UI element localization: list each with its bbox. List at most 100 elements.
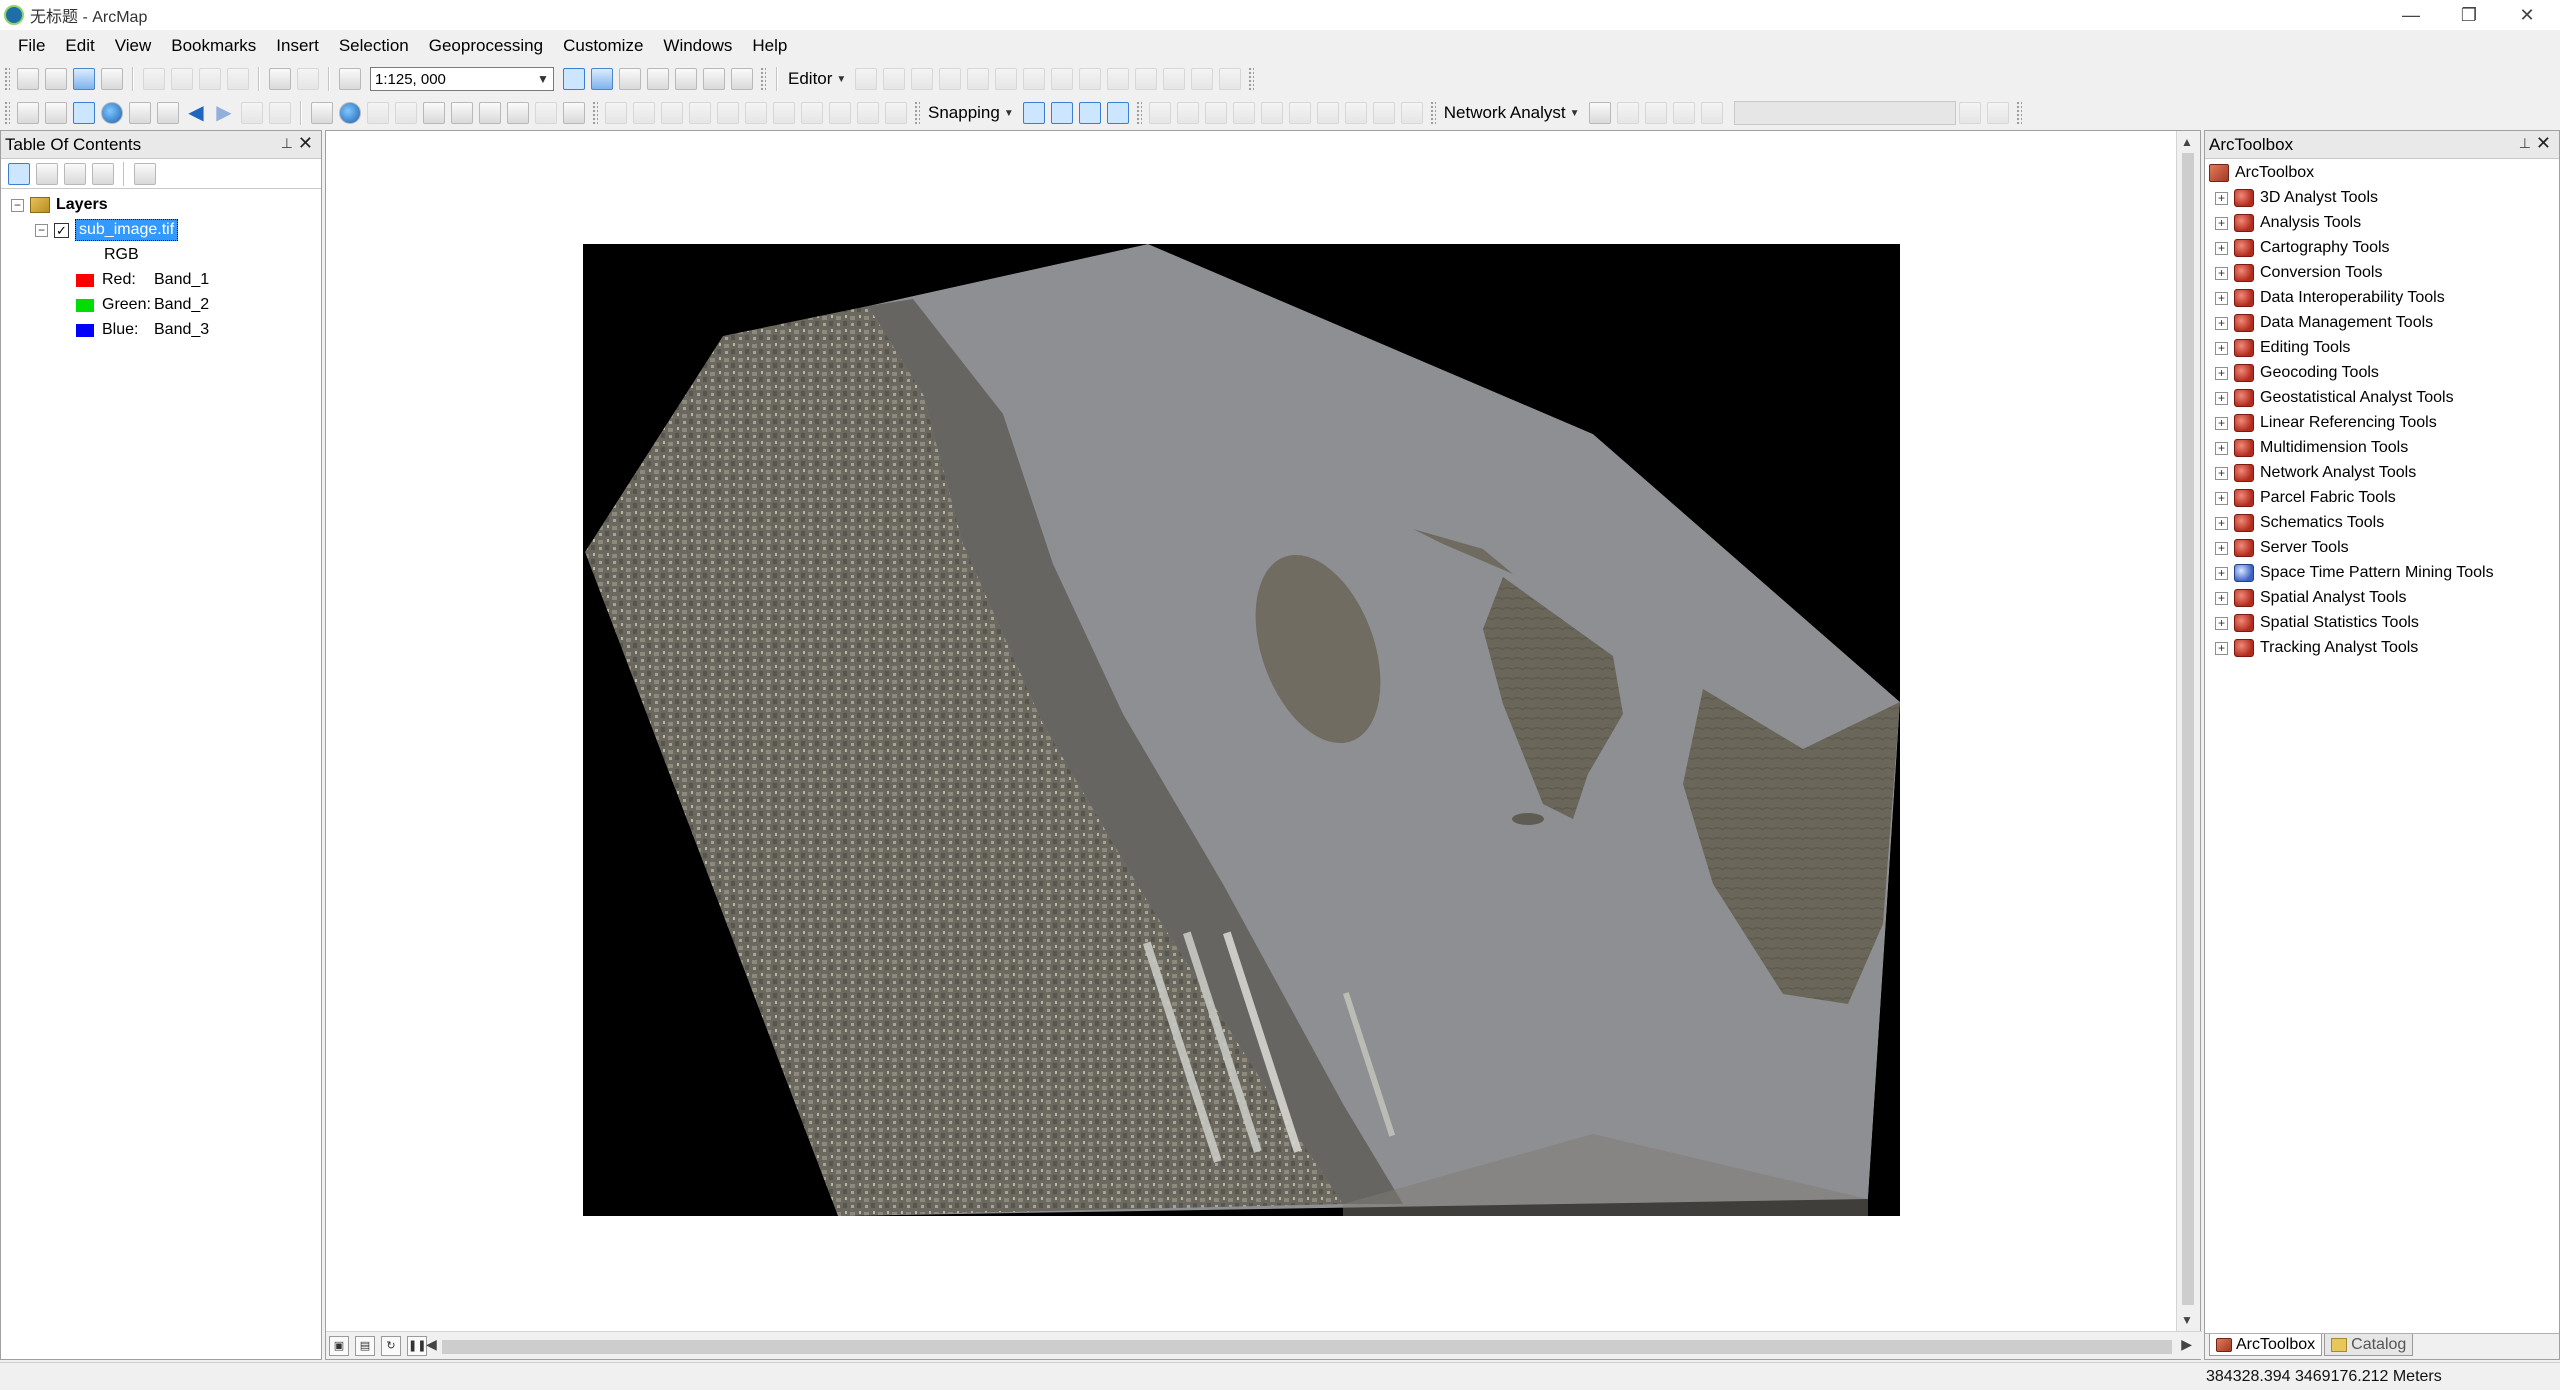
go-to-xy-icon[interactable]	[507, 102, 529, 124]
next-extent-icon[interactable]: ▶	[213, 102, 235, 124]
layer-row-sub-image[interactable]: − ✓ sub_image.tif	[35, 218, 179, 242]
toolbar-grip[interactable]	[2015, 101, 2022, 125]
toolbox-item[interactable]: + Editing Tools	[2215, 336, 2350, 360]
edge-snapping-icon[interactable]	[1106, 102, 1129, 124]
create-viewer-window-icon[interactable]	[563, 102, 585, 124]
snapping-tool-2-icon[interactable]	[633, 102, 655, 124]
pan-hand-icon[interactable]	[73, 102, 95, 124]
fixed-zoom-in-icon[interactable]	[129, 102, 151, 124]
edit-vertices-icon[interactable]	[1023, 68, 1046, 90]
find-binoculars-icon[interactable]	[451, 102, 473, 124]
pin-icon[interactable]: ⊥	[281, 135, 293, 152]
toolbox-item[interactable]: + Geocoding Tools	[2215, 361, 2379, 385]
layout-view-icon[interactable]: ▤	[355, 1335, 375, 1356]
layers-dataframe-row[interactable]: − Layers	[11, 193, 108, 217]
expand-icon[interactable]: +	[2215, 541, 2228, 555]
end-snapping-icon[interactable]	[1050, 102, 1073, 124]
pin-icon[interactable]: ⊥	[2519, 135, 2531, 152]
reshape-feature-icon[interactable]	[1051, 68, 1074, 90]
expand-icon[interactable]: +	[2215, 516, 2228, 530]
expand-icon[interactable]: +	[2215, 441, 2228, 455]
time-slider-icon[interactable]	[535, 102, 557, 124]
redo-icon[interactable]	[297, 68, 319, 90]
toolbar-grip[interactable]	[760, 67, 766, 91]
rotate-icon[interactable]	[1135, 68, 1158, 90]
georef-tool-7-icon[interactable]	[1316, 102, 1339, 124]
menu-windows[interactable]: Windows	[653, 30, 742, 62]
copy-icon[interactable]	[171, 68, 193, 90]
toolbox-item[interactable]: + Analysis Tools	[2215, 211, 2361, 235]
layer-name-selected[interactable]: sub_image.tif	[75, 219, 179, 241]
expand-icon[interactable]: +	[2215, 266, 2228, 280]
zoom-in-icon[interactable]	[17, 102, 39, 124]
georef-tool-8-icon[interactable]	[1344, 102, 1367, 124]
catalog-window-icon[interactable]	[619, 68, 641, 90]
data-view-icon[interactable]: ▣	[329, 1335, 349, 1356]
toolbar-grip[interactable]	[914, 101, 920, 125]
snapping-tool-6-icon[interactable]	[745, 102, 767, 124]
hyperlink-icon[interactable]	[367, 102, 389, 124]
list-by-selection-icon[interactable]	[92, 162, 114, 185]
map-canvas[interactable]	[326, 131, 2176, 1331]
modelbuilder-icon[interactable]	[731, 68, 753, 90]
toolbox-item[interactable]: + Linear Referencing Tools	[2215, 411, 2437, 435]
refresh-icon[interactable]: ↻	[381, 1335, 401, 1356]
close-button[interactable]: ✕	[2498, 0, 2556, 30]
straight-segment-icon[interactable]	[911, 68, 934, 90]
arctoolbox-root-row[interactable]: ArcToolbox	[2209, 161, 2314, 185]
expand-icon[interactable]: +	[2215, 316, 2228, 330]
toolbox-item[interactable]: + Space Time Pattern Mining Tools	[2215, 561, 2494, 585]
split-icon[interactable]	[1107, 68, 1130, 90]
create-features-icon[interactable]	[1219, 68, 1242, 90]
menu-file[interactable]: File	[8, 30, 55, 62]
expand-icon[interactable]: +	[2215, 366, 2228, 380]
layer-visibility-checkbox[interactable]: ✓	[54, 222, 69, 238]
arctoolbox-window-icon[interactable]	[675, 68, 697, 90]
expand-icon[interactable]: +	[2215, 416, 2228, 430]
scroll-right-icon[interactable]: ▶	[2181, 1336, 2192, 1353]
chevron-down-icon[interactable]: ▼	[535, 70, 551, 88]
expand-icon[interactable]: +	[2215, 191, 2228, 205]
solve-icon[interactable]	[1672, 102, 1695, 124]
chevron-down-icon[interactable]: ▼	[1004, 108, 1014, 119]
map-scale-combo[interactable]: 1:125, 000 ▼	[370, 67, 554, 91]
open-icon[interactable]	[45, 68, 67, 90]
scroll-down-icon[interactable]: ▼	[2181, 1313, 2193, 1327]
network-identify-icon[interactable]	[1958, 102, 1981, 124]
edit-tool-icon[interactable]	[855, 68, 878, 90]
create-network-location-icon[interactable]	[1616, 102, 1639, 124]
toolbar-grip[interactable]	[4, 101, 10, 125]
vertical-scroll-thumb[interactable]	[2182, 153, 2194, 1305]
map-display[interactable]: ▲ ▼ ▣ ▤ ↻ ❚❚ ◀ ▶	[325, 130, 2202, 1360]
toolbox-item[interactable]: + Parcel Fabric Tools	[2215, 486, 2396, 510]
georef-tool-4-icon[interactable]	[1232, 102, 1255, 124]
snapping-tool-3-icon[interactable]	[661, 102, 683, 124]
horizontal-scrollbar[interactable]: ▣ ▤ ↻ ❚❚ ◀ ▶	[326, 1331, 2202, 1359]
chevron-down-icon[interactable]: ▼	[1570, 108, 1580, 119]
snapping-tool-4-icon[interactable]	[689, 102, 711, 124]
html-popup-icon[interactable]	[395, 102, 417, 124]
identify-icon[interactable]	[339, 102, 361, 124]
trace-icon[interactable]	[967, 68, 990, 90]
close-icon[interactable]: ✕	[2536, 133, 2551, 154]
georef-tool-1-icon[interactable]	[1148, 102, 1171, 124]
tab-arctoolbox[interactable]: ArcToolbox	[2209, 1334, 2323, 1356]
menu-help[interactable]: Help	[742, 30, 797, 62]
network-analyst-menu[interactable]: Network Analyst	[1440, 103, 1570, 123]
snapping-tool-7-icon[interactable]	[773, 102, 795, 124]
menu-insert[interactable]: Insert	[266, 30, 329, 62]
toolbox-item[interactable]: + Server Tools	[2215, 536, 2349, 560]
toolbox-item[interactable]: + Geostatistical Analyst Tools	[2215, 386, 2454, 410]
paste-icon[interactable]	[199, 68, 221, 90]
toolbar-grip[interactable]	[592, 101, 598, 125]
expand-icon[interactable]: +	[2215, 241, 2228, 255]
list-by-drawing-order-icon[interactable]	[8, 162, 30, 185]
network-analyst-window-icon[interactable]	[1588, 102, 1611, 124]
expand-icon[interactable]: +	[2215, 491, 2228, 505]
select-features-icon[interactable]	[241, 102, 263, 124]
previous-extent-icon[interactable]: ◀	[185, 102, 207, 124]
expand-icon[interactable]: +	[2215, 466, 2228, 480]
snapping-tool-5-icon[interactable]	[717, 102, 739, 124]
toolbox-item[interactable]: + Spatial Analyst Tools	[2215, 586, 2406, 610]
menu-geoprocessing[interactable]: Geoprocessing	[419, 30, 553, 62]
